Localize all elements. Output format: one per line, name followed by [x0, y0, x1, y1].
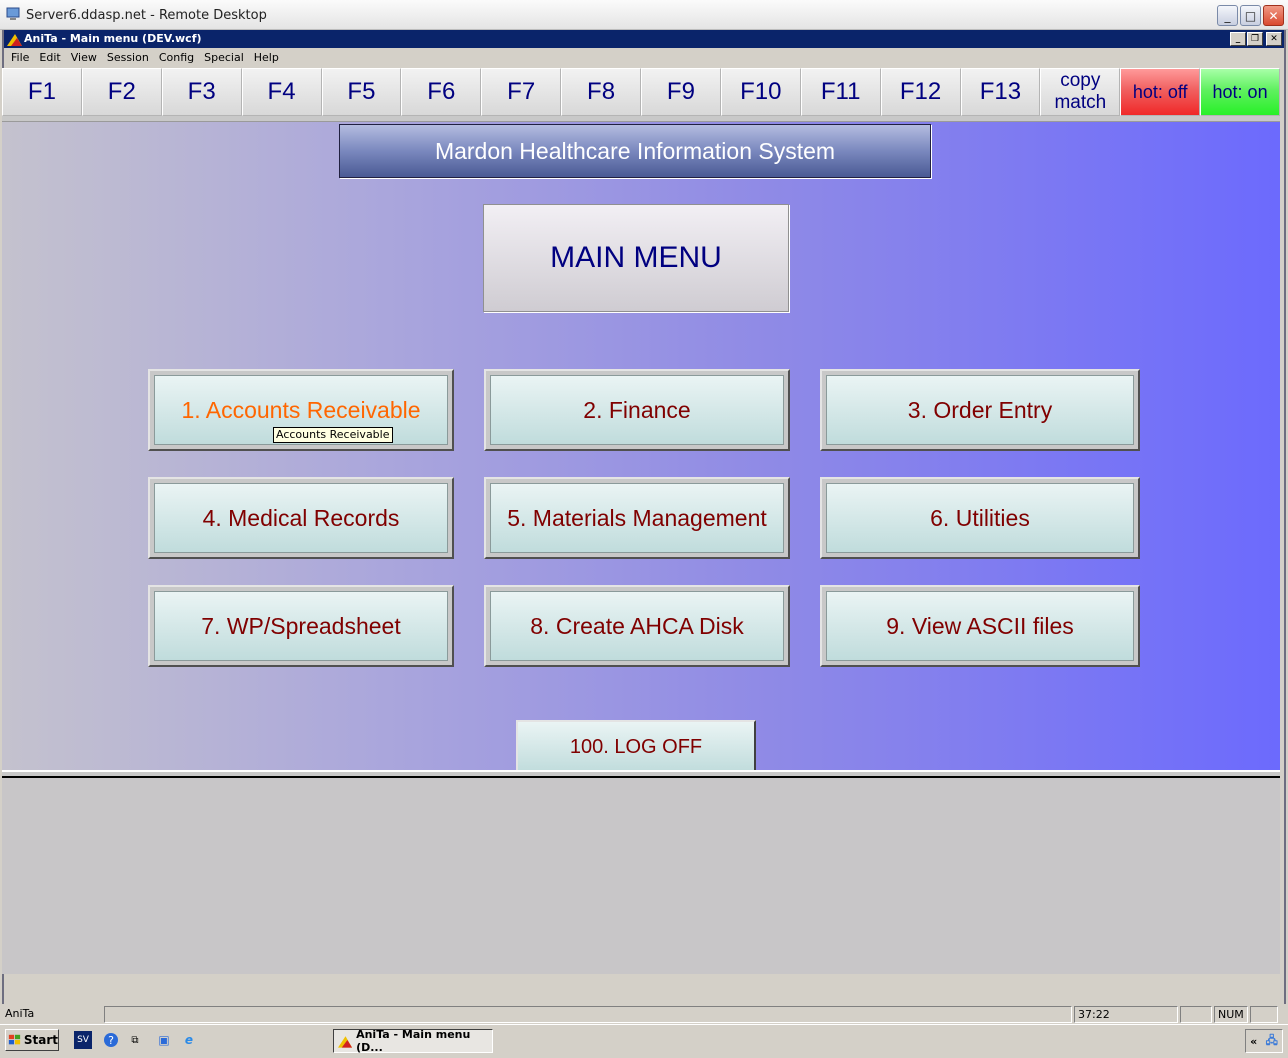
fkey-f10[interactable]: F10: [720, 68, 801, 116]
fkey-f1[interactable]: F1: [2, 68, 82, 116]
menu-button-medical-records[interactable]: 4. Medical Records: [148, 477, 454, 559]
window-switch-icon[interactable]: ⧉: [128, 1031, 142, 1049]
rdp-title-bar[interactable]: Server6.ddasp.net - Remote Desktop _ □ ✕: [0, 0, 1288, 30]
taskbar: Start SV ? ⧉ ▣ e AniTa - Main menu (D...…: [0, 1024, 1288, 1058]
status-num: NUM: [1214, 1006, 1248, 1023]
fkey-f9[interactable]: F9: [641, 68, 721, 116]
menu-button-order-entry[interactable]: 3. Order Entry: [820, 369, 1140, 451]
function-key-bar: F1 F2 F3 F4 F5 F6 F7 F8 F9 F10 F11 F12 F…: [2, 68, 1280, 116]
main-menu-panel: Mardon Healthcare Information System MAI…: [2, 122, 1280, 774]
mdi-restore-button[interactable]: ❐: [1247, 32, 1263, 46]
lower-panel: [2, 778, 1280, 974]
menu-edit[interactable]: Edit: [34, 49, 65, 67]
copy-match-line1: copy: [1060, 70, 1101, 91]
menu-file[interactable]: File: [6, 49, 34, 67]
fkey-f12[interactable]: F12: [880, 68, 961, 116]
hot-off-button[interactable]: hot: off: [1120, 68, 1201, 116]
menu-button-create-ahca-disk[interactable]: 8. Create AHCA Disk: [484, 585, 790, 667]
status-message: [104, 1006, 1072, 1023]
status-scrl: [1250, 1006, 1278, 1023]
mdi-close-button[interactable]: ✕: [1266, 32, 1282, 46]
status-time: 37:22: [1074, 1006, 1178, 1023]
menu-button-materials-management[interactable]: 5. Materials Management: [484, 477, 790, 559]
menu-button-label: 7. WP/Spreadsheet: [154, 591, 448, 661]
windows-logo-icon: [8, 1034, 21, 1045]
fkey-f4[interactable]: F4: [241, 68, 322, 116]
status-app: AniTa: [5, 1007, 35, 1020]
fkey-f2[interactable]: F2: [81, 68, 162, 116]
rdp-title: Server6.ddasp.net - Remote Desktop: [26, 8, 267, 23]
fkey-f11[interactable]: F11: [800, 68, 881, 116]
system-tray: « 🖧: [1245, 1029, 1283, 1053]
taskbar-item-label: AniTa - Main menu (D...: [356, 1028, 471, 1054]
fkey-f8[interactable]: F8: [561, 68, 641, 116]
menu-button-utilities[interactable]: 6. Utilities: [820, 477, 1140, 559]
rdp-minimize-button[interactable]: _: [1217, 5, 1238, 26]
menu-special[interactable]: Special: [199, 49, 249, 67]
network-icon[interactable]: 🖧: [1266, 1032, 1278, 1051]
status-cap: [1180, 1006, 1212, 1023]
copy-match-line2: match: [1054, 92, 1107, 113]
fkey-f6[interactable]: F6: [401, 68, 482, 116]
tray-expand-button[interactable]: «: [1250, 1035, 1257, 1048]
rdp-maximize-button[interactable]: □: [1240, 5, 1261, 26]
menu-button-label: 6. Utilities: [826, 483, 1134, 553]
internet-explorer-icon[interactable]: e: [180, 1031, 198, 1049]
anita-app-icon: [7, 34, 22, 46]
menu-button-label: 9. View ASCII files: [826, 591, 1134, 661]
fkey-f3[interactable]: F3: [161, 68, 242, 116]
menu-button-label: 4. Medical Records: [154, 483, 448, 553]
hot-on-button[interactable]: hot: on: [1200, 68, 1280, 116]
panel-divider: [2, 770, 1280, 778]
remote-desktop-icon: [6, 7, 20, 20]
status-bar: AniTa 37:22 NUM: [2, 1006, 1282, 1024]
anita-task-icon: [338, 1036, 353, 1048]
fkey-f13[interactable]: F13: [960, 68, 1041, 116]
menu-button-label: 3. Order Entry: [826, 375, 1134, 445]
svg-text:?: ?: [108, 1034, 114, 1047]
start-label: Start: [23, 1033, 58, 1047]
menu-button-view-ascii-files[interactable]: 9. View ASCII files: [820, 585, 1140, 667]
sv-icon[interactable]: SV: [74, 1031, 92, 1049]
help-glyph-icon: ?: [104, 1033, 118, 1047]
menu-button-label: 5. Materials Management: [490, 483, 784, 553]
menu-help[interactable]: Help: [249, 49, 284, 67]
menubar: File Edit View Session Config Special He…: [4, 49, 284, 67]
menu-button-label: 8. Create AHCA Disk: [490, 591, 784, 661]
menu-config[interactable]: Config: [154, 49, 199, 67]
taskbar-item-anita[interactable]: AniTa - Main menu (D...: [333, 1028, 493, 1054]
tooltip: Accounts Receivable: [273, 427, 393, 443]
menu-button-label: 2. Finance: [490, 375, 784, 445]
help-icon[interactable]: ?: [102, 1031, 120, 1049]
app-title: AniTa - Main menu (DEV.wcf): [24, 32, 202, 45]
fkey-f7[interactable]: F7: [481, 68, 562, 116]
menu-view[interactable]: View: [66, 49, 102, 67]
menu-button-finance[interactable]: 2. Finance: [484, 369, 790, 451]
system-banner: Mardon Healthcare Information System: [339, 124, 931, 178]
desktop-icon[interactable]: ▣: [155, 1031, 173, 1049]
logoff-button[interactable]: 100. LOG OFF: [516, 720, 756, 774]
rdp-close-button[interactable]: ✕: [1263, 5, 1284, 26]
start-button[interactable]: Start: [5, 1029, 59, 1051]
app-title-bar[interactable]: AniTa - Main menu (DEV.wcf) _ ❐ ✕: [4, 30, 1284, 48]
menu-button-wp-spreadsheet[interactable]: 7. WP/Spreadsheet: [148, 585, 454, 667]
mdi-minimize-button[interactable]: _: [1230, 32, 1246, 46]
menu-session[interactable]: Session: [102, 49, 154, 67]
copy-match-button[interactable]: copy match: [1040, 68, 1121, 116]
main-menu-title: MAIN MENU: [483, 204, 789, 312]
fkey-f5[interactable]: F5: [321, 68, 402, 116]
